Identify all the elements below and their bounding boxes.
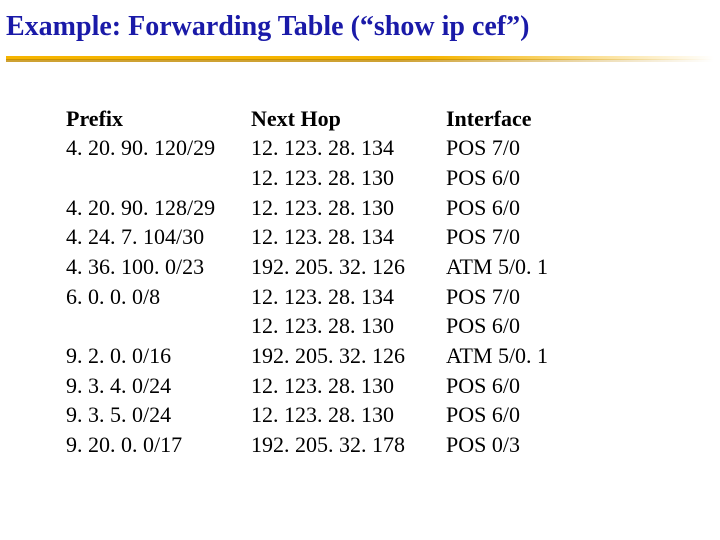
nexthop-cell: 12. 123. 28. 134 (251, 222, 446, 252)
nexthop-cell: 192. 205. 32. 126 (251, 252, 446, 282)
prefix-cell: 6. 0. 0. 0/8 (66, 282, 251, 312)
prefix-cell: 9. 20. 0. 0/17 (66, 430, 251, 460)
column-interface: Interface POS 7/0POS 6/0POS 6/0POS 7/0AT… (446, 104, 548, 460)
header-interface: Interface (446, 104, 548, 134)
prefix-cell: 4. 36. 100. 0/23 (66, 252, 251, 282)
nexthop-cell: 12. 123. 28. 134 (251, 282, 446, 312)
slide-title: Example: Forwarding Table (“show ip cef”… (6, 10, 714, 52)
prefix-cell: 9. 3. 5. 0/24 (66, 400, 251, 430)
interface-cell: POS 6/0 (446, 193, 548, 223)
nexthop-cell: 12. 123. 28. 130 (251, 371, 446, 401)
nexthop-cell: 192. 205. 32. 178 (251, 430, 446, 460)
prefix-cell (66, 163, 251, 193)
interface-cell: POS 7/0 (446, 282, 548, 312)
header-prefix: Prefix (66, 104, 251, 134)
prefix-cell: 4. 20. 90. 120/29 (66, 133, 251, 163)
nexthop-cell: 12. 123. 28. 134 (251, 133, 446, 163)
column-prefix: Prefix 4. 20. 90. 120/29 4. 20. 90. 128/… (66, 104, 251, 460)
interface-cell: POS 6/0 (446, 311, 548, 341)
prefix-cell: 9. 2. 0. 0/16 (66, 341, 251, 371)
interface-cell: POS 6/0 (446, 400, 548, 430)
nexthop-cell: 12. 123. 28. 130 (251, 163, 446, 193)
interface-cell: POS 6/0 (446, 371, 548, 401)
prefix-cell: 4. 20. 90. 128/29 (66, 193, 251, 223)
nexthop-cell: 192. 205. 32. 126 (251, 341, 446, 371)
nexthop-cell: 12. 123. 28. 130 (251, 193, 446, 223)
prefix-cell (66, 311, 251, 341)
interface-cell: POS 0/3 (446, 430, 548, 460)
header-nexthop: Next Hop (251, 104, 446, 134)
nexthop-cell: 12. 123. 28. 130 (251, 311, 446, 341)
column-nexthop: Next Hop 12. 123. 28. 13412. 123. 28. 13… (251, 104, 446, 460)
interface-cell: POS 7/0 (446, 133, 548, 163)
forwarding-table: Prefix 4. 20. 90. 120/29 4. 20. 90. 128/… (0, 62, 720, 460)
prefix-cell: 4. 24. 7. 104/30 (66, 222, 251, 252)
interface-cell: ATM 5/0. 1 (446, 341, 548, 371)
nexthop-cell: 12. 123. 28. 130 (251, 400, 446, 430)
prefix-cell: 9. 3. 4. 0/24 (66, 371, 251, 401)
interface-cell: ATM 5/0. 1 (446, 252, 548, 282)
title-rule (6, 56, 714, 62)
interface-cell: POS 7/0 (446, 222, 548, 252)
interface-cell: POS 6/0 (446, 163, 548, 193)
